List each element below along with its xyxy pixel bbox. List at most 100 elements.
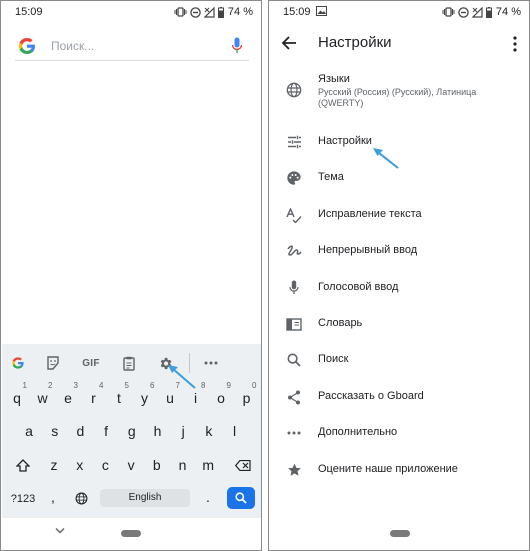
navigation-bar	[1, 516, 261, 550]
settings-item-label: Настройки	[318, 135, 372, 147]
settings-item-7[interactable]: Словарь	[269, 313, 529, 343]
key-k[interactable]: k	[197, 416, 221, 446]
key-row-1: q1w2e3r4t5y6u7i8o9p0	[2, 381, 261, 413]
key-v[interactable]: v	[119, 450, 143, 480]
home-pill[interactable]	[390, 530, 410, 537]
more-vertical-icon[interactable]	[513, 36, 517, 52]
sticker-icon[interactable]	[44, 355, 62, 371]
comma-key[interactable]: ,	[46, 484, 60, 514]
palette-icon	[285, 169, 303, 187]
key-a[interactable]: a	[17, 416, 41, 446]
key-label: y	[141, 390, 148, 406]
settings-item-9[interactable]: Рассказать о Gboard	[269, 386, 529, 416]
google-g-icon[interactable]	[9, 355, 27, 371]
space-bar[interactable]: English	[100, 489, 190, 507]
settings-item-11[interactable]: Оцените наше приложение	[269, 459, 529, 489]
key-r[interactable]: r4	[82, 381, 106, 413]
settings-item-6[interactable]: Голосовой ввод	[269, 277, 529, 307]
star-icon	[285, 461, 303, 479]
key-label: r	[91, 390, 96, 406]
chevron-down-icon[interactable]	[55, 527, 65, 535]
key-hint: 4	[99, 381, 104, 390]
globe-icon	[285, 81, 303, 99]
key-x[interactable]: x	[68, 450, 92, 480]
page-title: Настройки	[318, 34, 392, 51]
key-label: e	[64, 390, 72, 406]
home-pill[interactable]	[121, 530, 141, 537]
key-h[interactable]: h	[146, 416, 170, 446]
search-bar[interactable]: Поиск...	[15, 31, 249, 61]
battery-icon	[217, 6, 224, 18]
key-j[interactable]: j	[171, 416, 195, 446]
more-horizontal-icon[interactable]	[202, 355, 220, 371]
key-d[interactable]: d	[68, 416, 92, 446]
status-icons: 74 %	[442, 5, 521, 19]
key-p[interactable]: p0	[235, 381, 259, 413]
search-placeholder: Поиск...	[51, 39, 95, 53]
key-label: q	[13, 390, 21, 406]
key-t[interactable]: t5	[107, 381, 131, 413]
settings-item-5[interactable]: Непрерывный ввод	[269, 240, 529, 270]
gesture-icon	[285, 242, 303, 260]
mic-icon[interactable]	[231, 37, 243, 55]
key-e[interactable]: e3	[56, 381, 80, 413]
book-icon	[285, 315, 303, 333]
period-key[interactable]: .	[202, 484, 214, 514]
key-s[interactable]: s	[43, 416, 67, 446]
dnd-icon	[458, 6, 469, 18]
key-c[interactable]: c	[93, 450, 117, 480]
google-g-icon	[19, 38, 35, 54]
key-row-2: asdfghjkl	[2, 416, 261, 446]
gif-icon[interactable]: GIF	[80, 355, 102, 371]
key-row-4: ?123 , English .	[2, 484, 261, 514]
vibrate-icon	[442, 7, 455, 17]
search-key[interactable]	[227, 487, 255, 509]
status-bar: 15:09 74 %	[1, 1, 261, 23]
settings-item-label: Поиск	[318, 353, 349, 365]
key-n[interactable]: n	[171, 450, 195, 480]
clipboard-icon[interactable]	[120, 355, 138, 371]
symbols-key[interactable]: ?123	[8, 484, 38, 514]
key-f[interactable]: f	[94, 416, 118, 446]
settings-item-1[interactable]: Языки Русский (Россия) (Русский), Латиниц…	[269, 73, 529, 117]
annotation-arrow	[373, 148, 399, 169]
key-o[interactable]: o9	[209, 381, 233, 413]
dnd-icon	[190, 6, 201, 18]
settings-item-label: Дополнительно	[318, 426, 398, 438]
settings-item-10[interactable]: Дополнительно	[269, 422, 529, 452]
backspace-key[interactable]	[228, 450, 258, 480]
shift-key[interactable]	[10, 450, 36, 480]
key-b[interactable]: b	[145, 450, 169, 480]
settings-item-8[interactable]: Поиск	[269, 349, 529, 379]
key-g[interactable]: g	[120, 416, 144, 446]
key-m[interactable]: m	[196, 450, 220, 480]
key-l[interactable]: l	[223, 416, 247, 446]
status-bar: 15:09 74 %	[269, 1, 529, 23]
no-signal-icon	[203, 6, 215, 18]
right-screen: 15:09 74 % Настройки Языки Русский (Росси…	[268, 0, 530, 551]
settings-item-label: Оцените наше приложение	[318, 463, 458, 475]
sliders-icon	[285, 133, 303, 151]
settings-item-4[interactable]: Исправление текста	[269, 204, 529, 234]
key-w[interactable]: w2	[31, 381, 55, 413]
settings-item-label: Словарь	[318, 317, 363, 329]
status-time: 15:09	[283, 6, 311, 18]
left-screen: 15:09 74 % Поиск... GIF q 1 w 2 e 3 r 4 …	[0, 0, 262, 551]
settings-item-label: Непрерывный ввод	[318, 244, 418, 256]
language-key[interactable]	[72, 484, 90, 514]
key-z[interactable]: z	[42, 450, 66, 480]
key-label: p	[242, 390, 251, 406]
annotation-arrow	[168, 365, 196, 389]
key-hint: 2	[48, 381, 53, 390]
keyboard-toolbar: GIF	[2, 344, 261, 382]
back-arrow-icon[interactable]	[281, 35, 297, 51]
key-label: i	[193, 390, 198, 406]
battery-icon	[485, 6, 492, 18]
settings-item-3[interactable]: Тема	[269, 167, 529, 197]
key-row-3: zxcvbnm	[2, 450, 261, 480]
key-hint: 6	[150, 381, 155, 390]
key-q[interactable]: q1	[5, 381, 29, 413]
settings-item-sublabel: Русский (Россия) (Русский), Латиница (QW…	[318, 87, 477, 108]
more-horizontal-icon	[285, 424, 303, 442]
key-y[interactable]: y6	[133, 381, 157, 413]
